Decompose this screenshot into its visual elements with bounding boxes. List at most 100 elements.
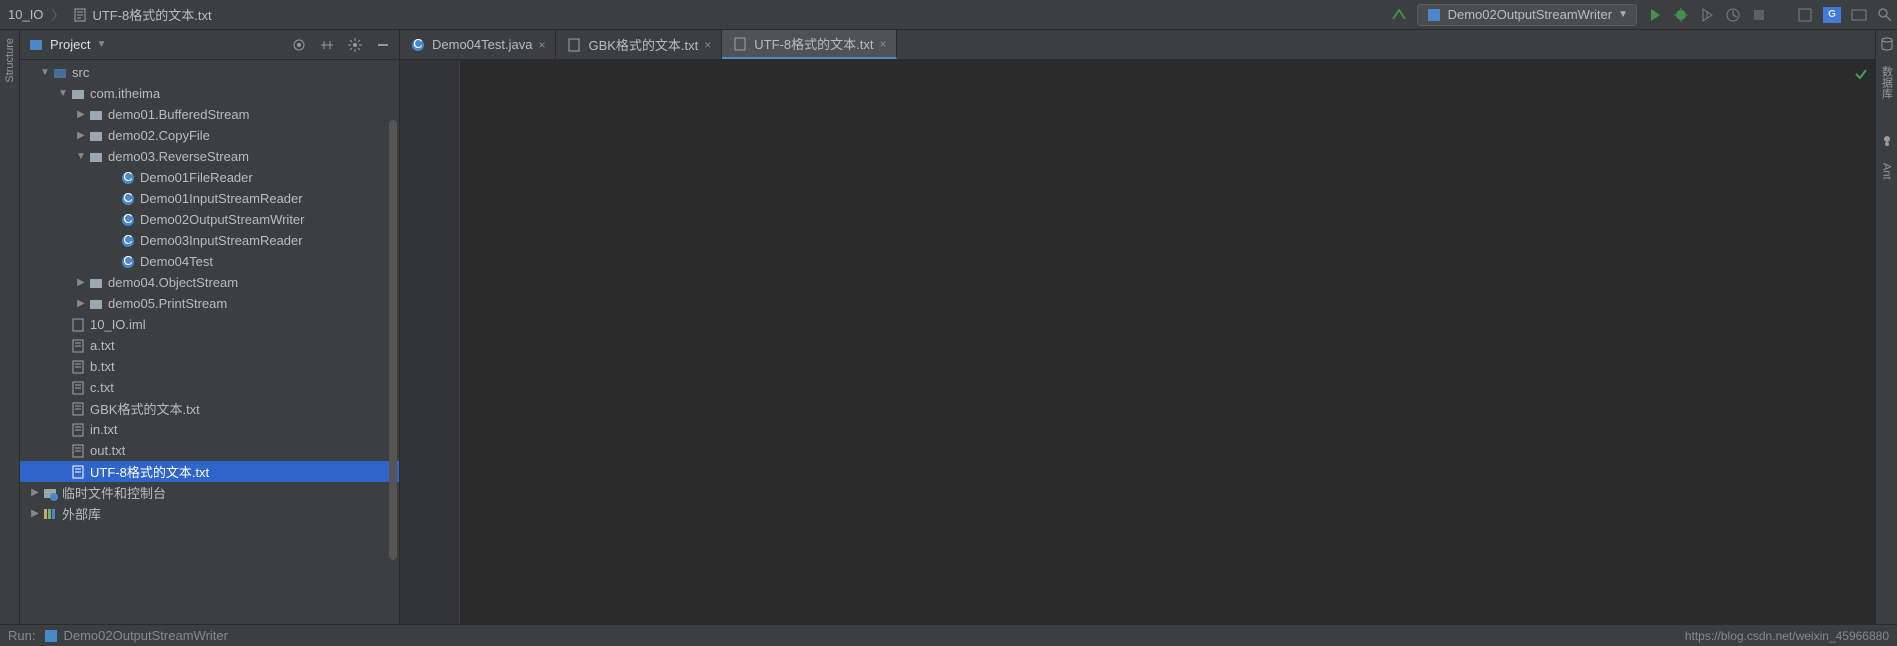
tree-node-src[interactable]: src — [20, 62, 399, 83]
tree-node-iml[interactable]: 10_IO.iml — [20, 314, 399, 335]
svg-text:C: C — [123, 191, 132, 205]
tree-node-intxt[interactable]: in.txt — [20, 419, 399, 440]
package-icon — [88, 275, 104, 291]
close-icon[interactable]: × — [538, 38, 545, 52]
tree-node-atxt[interactable]: a.txt — [20, 335, 399, 356]
text-file-icon — [566, 37, 582, 53]
text-file-icon — [72, 7, 88, 23]
text-file-icon — [70, 464, 86, 480]
tree-node-utf8txt[interactable]: UTF-8格式的文本.txt — [20, 461, 399, 482]
tree-node-external-libs[interactable]: 外部库 — [20, 503, 399, 524]
editor-tabs: C Demo04Test.java × GBK格式的文本.txt × UTF-8… — [400, 30, 1875, 60]
library-icon — [42, 506, 58, 522]
tree-node-class2[interactable]: CDemo01InputStreamReader — [20, 188, 399, 209]
text-file-icon — [70, 443, 86, 459]
bottom-bar: Run: Demo02OutputStreamWriter https://bl… — [0, 624, 1897, 646]
tree-node-class3[interactable]: CDemo02OutputStreamWriter — [20, 209, 399, 230]
tree-node-demo05[interactable]: demo05.PrintStream — [20, 293, 399, 314]
tree-node-demo03[interactable]: demo03.ReverseStream — [20, 146, 399, 167]
tree-node-btxt[interactable]: b.txt — [20, 356, 399, 377]
database-tool-button[interactable]: 数据库 — [1879, 66, 1895, 99]
project-panel-title[interactable]: Project ▼ — [28, 37, 291, 53]
project-view-icon — [28, 37, 44, 53]
tab-label: Demo04Test.java — [432, 37, 532, 52]
tab-gbktxt[interactable]: GBK格式的文本.txt × — [556, 30, 722, 59]
project-panel-label: Project — [50, 37, 90, 52]
database-icon[interactable] — [1879, 36, 1895, 52]
stop-button[interactable] — [1751, 7, 1767, 23]
tree-node-outtxt[interactable]: out.txt — [20, 440, 399, 461]
package-icon — [70, 86, 86, 102]
editor-gutter — [400, 60, 460, 624]
tree-scrollbar[interactable] — [389, 120, 397, 560]
breadcrumb-root[interactable]: 10_IO — [4, 5, 47, 24]
search-everywhere-button[interactable] — [1877, 7, 1893, 23]
tab-label: GBK格式的文本.txt — [588, 35, 698, 54]
tab-demo04test[interactable]: C Demo04Test.java × — [400, 30, 556, 59]
tree-node-demo01[interactable]: demo01.BufferedStream — [20, 104, 399, 125]
coverage-button[interactable] — [1699, 7, 1715, 23]
tree-node-demo02[interactable]: demo02.CopyFile — [20, 125, 399, 146]
tree-node-gbktxt[interactable]: GBK格式的文本.txt — [20, 398, 399, 419]
package-icon — [88, 296, 104, 312]
svg-text:C: C — [413, 37, 422, 51]
tab-label: UTF-8格式的文本.txt — [754, 34, 873, 53]
svg-text:C: C — [123, 254, 132, 268]
close-icon[interactable]: × — [879, 37, 886, 51]
run-config-label: Demo02OutputStreamWriter — [1448, 7, 1613, 22]
text-file-icon — [732, 36, 748, 52]
profiler-button[interactable] — [1725, 7, 1741, 23]
settings-gear-icon[interactable] — [347, 37, 363, 53]
breadcrumb-separator: 〉 — [51, 5, 64, 24]
ant-icon[interactable] — [1879, 133, 1895, 149]
text-file-icon — [70, 359, 86, 375]
text-file-icon — [70, 422, 86, 438]
svg-text:C: C — [123, 212, 132, 226]
text-file-icon — [70, 380, 86, 396]
dropdown-icon: ▼ — [96, 39, 106, 50]
package-icon — [88, 128, 104, 144]
tree-node-class4[interactable]: CDemo03InputStreamReader — [20, 230, 399, 251]
breadcrumb-file[interactable]: UTF-8格式的文本.txt — [68, 3, 215, 26]
watermark-text: https://blog.csdn.net/weixin_45966880 — [1685, 629, 1889, 643]
left-tool-stripe: Structure — [0, 30, 20, 624]
editor-body[interactable] — [400, 60, 1875, 624]
git-button[interactable] — [1797, 7, 1813, 23]
breadcrumb: 10_IO 〉 UTF-8格式的文本.txt — [4, 3, 1391, 26]
run-config-name[interactable]: Demo02OutputStreamWriter — [63, 628, 228, 643]
tree-node-ctxt[interactable]: c.txt — [20, 377, 399, 398]
translate-button[interactable]: G — [1823, 7, 1841, 23]
tree-node-class1[interactable]: CDemo01FileReader — [20, 167, 399, 188]
inspection-ok-icon[interactable] — [1853, 66, 1869, 85]
run-configuration-selector[interactable]: Demo02OutputStreamWriter ▼ — [1417, 4, 1637, 26]
expand-all-button[interactable] — [319, 37, 335, 53]
hide-panel-button[interactable] — [375, 37, 391, 53]
tree-node-class5[interactable]: CDemo04Test — [20, 251, 399, 272]
text-file-icon — [70, 338, 86, 354]
project-tree[interactable]: src com.itheima demo01.BufferedStream de… — [20, 60, 399, 624]
folder-icon — [52, 65, 68, 81]
tree-node-demo04[interactable]: demo04.ObjectStream — [20, 272, 399, 293]
dropdown-icon: ▼ — [1618, 9, 1628, 20]
debug-button[interactable] — [1673, 7, 1689, 23]
tree-node-tempconsole[interactable]: 临时文件和控制台 — [20, 482, 399, 503]
scratch-icon — [42, 485, 58, 501]
text-file-icon — [70, 401, 86, 417]
tab-utf8txt[interactable]: UTF-8格式的文本.txt × — [722, 30, 897, 59]
toolbar-right: Demo02OutputStreamWriter ▼ G — [1391, 4, 1893, 26]
package-icon — [88, 149, 104, 165]
editor-content[interactable] — [460, 60, 1875, 624]
right-tool-stripe: 数据库 Ant — [1875, 30, 1897, 624]
tree-node-package[interactable]: com.itheima — [20, 83, 399, 104]
project-panel-header: Project ▼ — [20, 30, 399, 60]
structure-tool-button[interactable]: Structure — [4, 38, 16, 83]
run-config-icon — [1426, 7, 1442, 23]
ide-settings-button[interactable] — [1851, 7, 1867, 23]
select-opened-file-button[interactable] — [291, 37, 307, 53]
file-icon — [70, 317, 86, 333]
run-button[interactable] — [1647, 7, 1663, 23]
build-icon[interactable] — [1391, 7, 1407, 23]
ant-tool-button[interactable]: Ant — [1881, 163, 1893, 180]
close-icon[interactable]: × — [704, 38, 711, 52]
run-config-icon — [43, 628, 59, 644]
